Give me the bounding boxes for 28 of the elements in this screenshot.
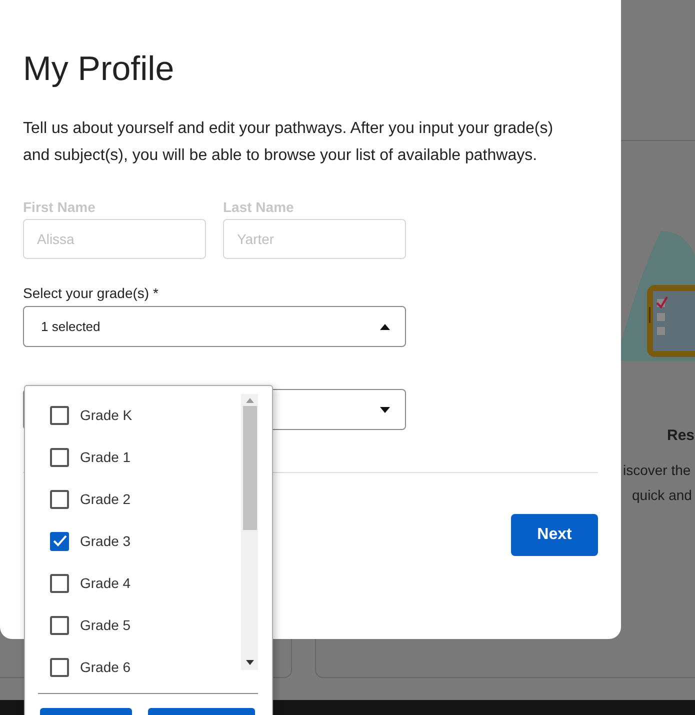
checkbox[interactable] bbox=[50, 448, 69, 466]
next-button[interactable]: Next bbox=[511, 514, 598, 556]
grade-option[interactable]: Grade 5 bbox=[50, 604, 241, 646]
card-title: Res bbox=[667, 427, 695, 444]
checkbox[interactable] bbox=[50, 406, 69, 424]
grade-option[interactable]: Grade 1 bbox=[50, 436, 241, 478]
grade-option[interactable]: Grade K bbox=[50, 394, 241, 436]
scrollbar[interactable] bbox=[241, 394, 258, 670]
card-text: iscover the bbox=[623, 462, 691, 478]
checkbox[interactable] bbox=[50, 616, 69, 634]
grade-option[interactable]: Grade 4 bbox=[50, 562, 241, 604]
dialog-title: My Profile bbox=[23, 50, 176, 89]
caret-icon bbox=[380, 324, 390, 330]
scroll-down-icon[interactable] bbox=[246, 660, 254, 665]
card-text: quick and bbox=[632, 487, 692, 503]
field-label: Select your grade(s) * bbox=[23, 285, 160, 301]
field-label: First Name bbox=[23, 199, 96, 215]
checkbox[interactable] bbox=[50, 490, 69, 508]
grade-option[interactable]: Grade 2 bbox=[50, 478, 241, 520]
checkbox[interactable] bbox=[50, 532, 69, 550]
grade-option[interactable]: Grade 6 bbox=[50, 646, 241, 678]
grade-select[interactable]: 1 selected bbox=[23, 306, 406, 347]
caret-icon bbox=[380, 406, 390, 412]
grade-option[interactable]: Grade 3 bbox=[50, 520, 241, 562]
checkbox[interactable] bbox=[50, 574, 69, 592]
checkbox[interactable] bbox=[50, 658, 69, 676]
field-label: Last Name bbox=[223, 199, 295, 215]
intro-text: Tell us about yourself and edit your pathways. After you input your grade(s) and subject(s), you will be able to browse your list of available pathways. bbox=[23, 119, 554, 166]
